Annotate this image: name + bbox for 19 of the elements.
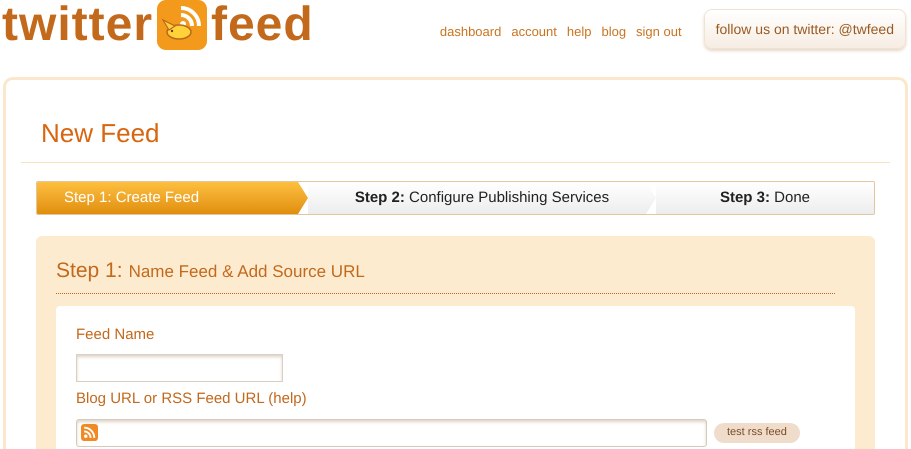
step-tab[interactable]: Step 3: Done [656, 182, 874, 214]
nav-link[interactable]: help [566, 22, 592, 42]
url-field[interactable] [76, 418, 707, 446]
test-feed-button[interactable]: test rss feed [714, 422, 800, 442]
nav-link[interactable]: blog [601, 22, 626, 42]
nav-link[interactable]: dashboard [440, 22, 502, 42]
section-step-number: Step 1: [56, 258, 123, 284]
field-label: Feed Name [76, 324, 156, 344]
logo-text: twitter [2, 1, 153, 49]
field-label: Blog URL or RSS Feed URL (help) [76, 389, 308, 409]
rss-icon [81, 424, 98, 441]
nav-link[interactable]: account [511, 22, 557, 42]
step-tab[interactable]: Step 1: Create Feed [37, 182, 308, 214]
section-title: Name Feed & Add Source URL [128, 261, 365, 283]
page-title: New Feed [40, 118, 160, 150]
nav-link[interactable]: sign out [636, 22, 682, 42]
follow-button[interactable]: follow us on twitter: @twfeed [704, 9, 906, 49]
logo-text: feed [211, 1, 314, 49]
text-field[interactable] [76, 354, 283, 382]
